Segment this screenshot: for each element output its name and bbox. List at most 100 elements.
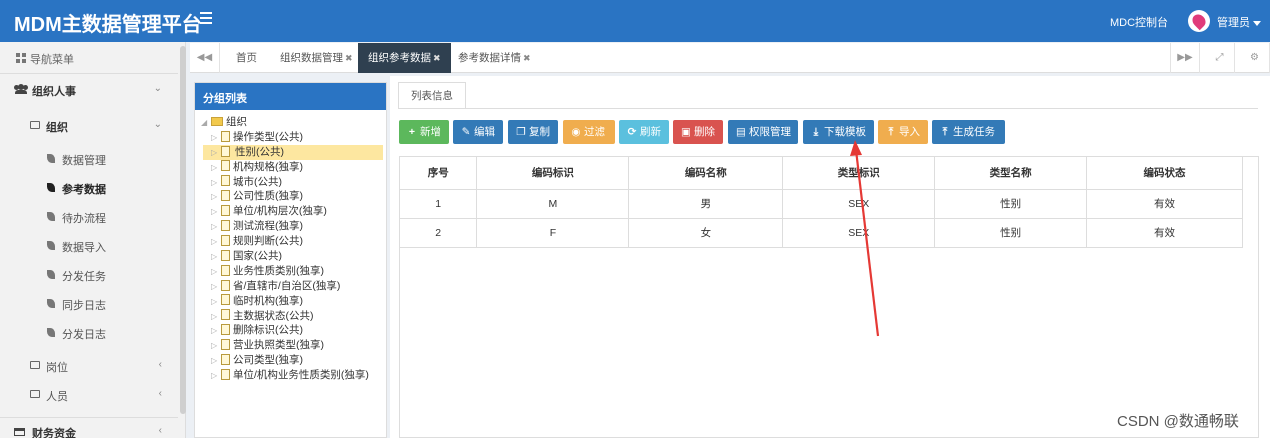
menu-toggle-icon[interactable]	[200, 12, 212, 26]
tree-node[interactable]: ▷ 省/直辖市/自治区(独享)	[201, 279, 386, 294]
tree-node[interactable]: ▷ 城市(公共)	[201, 175, 386, 190]
sidebar-item-finance[interactable]: 财务资金 ‹	[0, 417, 178, 438]
close-icon[interactable]: ✖	[345, 53, 353, 63]
tree-node[interactable]: ▷ 业务性质类别(独享)	[201, 264, 386, 279]
add-button[interactable]: + 新增	[399, 120, 449, 144]
triangle-right-icon[interactable]: ▷	[211, 205, 221, 220]
sidebar-item-org[interactable]: 组织 ⌄	[0, 112, 178, 140]
column-header[interactable]: 编码状态	[1086, 157, 1243, 190]
tree-node[interactable]: ▷ 机构规格(独享)	[201, 160, 386, 175]
tree-node[interactable]: ▷ 临时机构(独享)	[201, 294, 386, 309]
tree-node[interactable]: ▷ 性别(公共)	[203, 144, 383, 161]
triangle-right-icon[interactable]: ▷	[211, 161, 221, 176]
mdc-console-link[interactable]: MDC控制台	[1110, 14, 1168, 30]
generate-task-button[interactable]: ⤒ 生成任务	[932, 120, 1005, 144]
tree-node[interactable]: ▷ 删除标识(公共)	[201, 323, 386, 338]
group-list-panel: 分组列表 ◢ 组织 ▷ 操作类型(公共) ▷ 性别(公共) ▷ 机构规格(独享) ▷ 城市(公共…	[194, 82, 387, 438]
edit-button[interactable]: ✎ 编辑	[453, 120, 503, 144]
triangle-right-icon[interactable]: ▷	[211, 235, 221, 250]
sidebar-item-position[interactable]: 岗位 ‹	[0, 352, 178, 380]
tab-org-reference-data[interactable]: 组织参考数据 ✖	[358, 43, 451, 73]
expand-icon: ⤢	[1215, 52, 1224, 63]
divider	[398, 108, 1258, 109]
sidebar-scrollbar[interactable]	[180, 46, 186, 414]
document-icon	[221, 234, 230, 246]
filter-button[interactable]: ◉ 过滤	[563, 120, 615, 144]
tab-list-info[interactable]: 列表信息	[398, 82, 466, 108]
delete-button[interactable]: ▣ 删除	[673, 120, 723, 144]
tree-node[interactable]: ▷ 公司性质(独享)	[201, 189, 386, 204]
user-menu[interactable]: 管理员	[1217, 14, 1261, 30]
tab-label: 组织参考数据	[368, 52, 431, 64]
tree-node[interactable]: ▷ 单位/机构业务性质类别(独享)	[201, 368, 386, 383]
triangle-right-icon[interactable]: ▷	[211, 220, 221, 235]
column-header[interactable]: 序号	[400, 157, 478, 190]
triangle-right-icon[interactable]: ▷	[211, 146, 221, 161]
triangle-down-icon[interactable]: ◢	[201, 116, 211, 131]
tree-node[interactable]: ▷ 操作类型(公共)	[201, 130, 386, 145]
download-template-button[interactable]: ⤓ 下载模板	[803, 120, 874, 144]
copy-button[interactable]: ❐ 复制	[508, 120, 558, 144]
tree-node[interactable]: ▷ 规则判断(公共)	[201, 234, 386, 249]
group-tree: ◢ 组织 ▷ 操作类型(公共) ▷ 性别(公共) ▷ 机构规格(独享) ▷ 城市(公共) ▷ 公司性…	[201, 115, 386, 383]
import-button[interactable]: ⤒ 导入	[878, 120, 928, 144]
triangle-right-icon[interactable]: ▷	[211, 354, 221, 369]
tab-scroll-left-button[interactable]: ◀◀	[190, 43, 220, 73]
column-header[interactable]: 类型标识	[782, 157, 936, 190]
tree-node[interactable]: ▷ 国家(公共)	[201, 249, 386, 264]
tab-scroll-right-button[interactable]: ▶▶	[1170, 43, 1200, 73]
table-row[interactable]: 1 M 男 SEX 性别 有效	[400, 189, 1243, 219]
column-header[interactable]: 编码名称	[628, 157, 784, 190]
tab-org-data-management[interactable]: 组织数据管理 ✖	[270, 43, 363, 73]
fullscreen-button[interactable]: ⤢	[1205, 43, 1235, 73]
user-name: 管理员	[1217, 17, 1250, 29]
users-icon	[14, 84, 28, 94]
sidebar-item-reference-data[interactable]: 参考数据	[0, 174, 178, 202]
triangle-right-icon[interactable]: ▷	[211, 265, 221, 280]
triangle-right-icon[interactable]: ▷	[211, 190, 221, 205]
sidebar-item-org-people[interactable]: 组织人事 ⌄	[0, 76, 178, 104]
column-header[interactable]: 编码标识	[476, 157, 630, 190]
triangle-right-icon[interactable]: ▷	[211, 339, 221, 354]
button-label: 新增	[420, 126, 441, 138]
leaf-icon	[47, 270, 55, 279]
sidebar-item-pending-process[interactable]: 待办流程	[0, 203, 178, 231]
tree-node-label: 单位/机构业务性质类别(独享)	[233, 369, 369, 382]
triangle-right-icon[interactable]: ▷	[211, 250, 221, 265]
tree-node-label: 城市(公共)	[233, 175, 282, 188]
sidebar-item-sync-log[interactable]: 同步日志	[0, 290, 178, 318]
tree-node[interactable]: ▷ 单位/机构层次(独享)	[201, 204, 386, 219]
tree-node[interactable]: ▷ 公司类型(独享)	[201, 353, 386, 368]
tab-home[interactable]: 首页	[226, 43, 267, 73]
sidebar-item-distribute-task[interactable]: 分发任务	[0, 261, 178, 289]
leaf-icon	[47, 328, 55, 337]
triangle-right-icon[interactable]: ▷	[211, 369, 221, 384]
avatar[interactable]	[1188, 10, 1210, 32]
sidebar-item-person[interactable]: 人员 ‹	[0, 381, 178, 409]
tree-node-label: 业务性质类别(独享)	[233, 264, 324, 277]
triangle-right-icon[interactable]: ▷	[211, 176, 221, 191]
close-icon[interactable]: ✖	[433, 53, 441, 63]
chevron-down-icon: ⌄	[153, 119, 162, 130]
sidebar-item-distribute-log[interactable]: 分发日志	[0, 319, 178, 347]
tree-node[interactable]: ▷ 测试流程(独享)	[201, 219, 386, 234]
data-table: 序号 编码标识 编码名称 类型标识 类型名称 编码状态 1 M 男 SEX 性别…	[400, 157, 1243, 248]
tab-reference-data-detail[interactable]: 参考数据详情 ✖	[448, 43, 541, 73]
tree-root[interactable]: ◢ 组织	[201, 115, 386, 130]
triangle-right-icon[interactable]: ▷	[211, 324, 221, 339]
permission-button[interactable]: ▤ 权限管理	[728, 120, 798, 144]
sidebar-item-data-import[interactable]: 数据导入	[0, 232, 178, 260]
column-header[interactable]: 类型名称	[934, 157, 1088, 190]
triangle-right-icon[interactable]: ▷	[211, 295, 221, 310]
triangle-right-icon[interactable]: ▷	[211, 280, 221, 295]
triangle-right-icon[interactable]: ▷	[211, 131, 221, 146]
tree-node[interactable]: ▷ 主数据状态(公共)	[201, 309, 386, 324]
refresh-button[interactable]: ⟳ 刷新	[619, 120, 669, 144]
triangle-right-icon[interactable]: ▷	[211, 310, 221, 325]
tree-node[interactable]: ▷ 营业执照类型(独享)	[201, 338, 386, 353]
sidebar-item-data-management[interactable]: 数据管理	[0, 145, 178, 173]
document-icon	[221, 309, 230, 321]
table-row[interactable]: 2 F 女 SEX 性别 有效	[400, 218, 1243, 248]
settings-button[interactable]: ⚙	[1240, 43, 1270, 73]
close-icon[interactable]: ✖	[523, 53, 531, 63]
